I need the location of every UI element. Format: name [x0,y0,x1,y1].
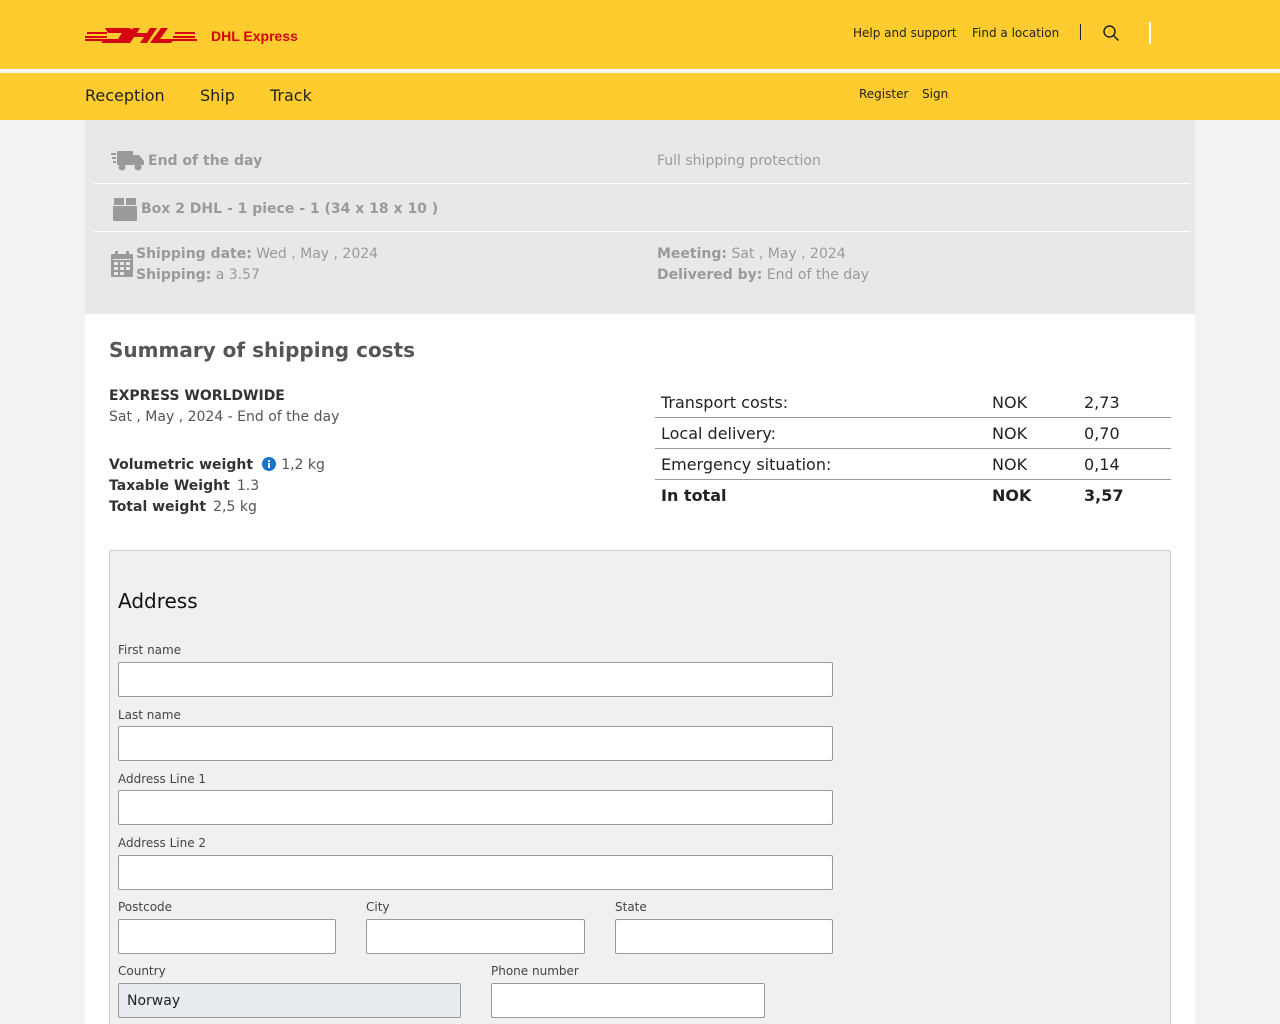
header-divider [1080,24,1081,40]
shipping-protection: Full shipping protection [657,153,821,169]
top-header: DHL Express Help and support Find a loca… [0,0,1280,71]
taxable-weight: Taxable Weight 1.3 [109,475,259,494]
cost-label: Local delivery: [661,424,777,443]
cost-label: Transport costs: [661,393,789,412]
last-name-input[interactable] [118,726,833,761]
nav-track[interactable]: Track [270,86,312,105]
cost-currency: NOK [992,393,1028,412]
shipping-label: Shipping: [136,267,212,283]
city-label: City [366,900,390,914]
main-nav: Reception Ship Track Register Sign [0,73,1280,120]
cost-amount: 0,14 [1084,455,1120,474]
package-details: Box 2 DHL - 1 piece - 1 (34 x 18 x 10 ) [141,201,439,217]
shipping-date: Shipping date: Wed , May , 2024 [136,246,378,262]
help-support-link[interactable]: Help and support [853,26,957,40]
cost-total-row: In total NOK 3,57 [655,480,1171,511]
volumetric-weight-label: Volumetric weight [109,457,254,473]
service-name: EXPRESS WORLDWIDE [109,388,285,404]
delivered-label: Delivered by: [657,267,763,283]
nav-reception[interactable]: Reception [85,86,165,105]
shipment-overview: End of the day Full shipping protection … [85,120,1195,314]
cost-table: Transport costs: NOK 2,73 Local delivery… [655,387,1171,511]
dhl-logo[interactable]: DHL Express [85,26,298,44]
cost-amount: 0,70 [1084,424,1120,443]
address-line2-label: Address Line 2 [118,836,207,850]
total-label: In total [661,486,727,505]
first-name-label: First name [118,643,182,657]
taxable-weight-value: 1.3 [236,478,260,494]
cost-label: Emergency situation: [661,455,832,474]
phone-input[interactable] [491,983,765,1018]
meeting-label: Meeting: [657,246,727,262]
calendar-icon [111,251,133,277]
register-link[interactable]: Register [859,87,908,101]
meeting-value: Sat , May , 2024 [727,246,846,262]
total-weight-value: 2,5 kg [213,499,257,515]
service-date: Sat , May , 2024 - End of the day [109,409,340,425]
address-line2-input[interactable] [118,855,833,890]
address-title: Address [118,589,198,613]
city-input[interactable] [366,919,585,954]
cost-currency: NOK [992,455,1028,474]
box-icon [113,198,137,221]
cost-row: Local delivery: NOK 0,70 [655,418,1171,449]
shipping-date-label: Shipping date: [136,246,252,262]
postcode-input[interactable] [118,919,336,954]
cost-currency: NOK [992,424,1028,443]
meeting-date: Meeting: Sat , May , 2024 [657,246,846,262]
summary-title: Summary of shipping costs [109,338,416,362]
cost-row: Emergency situation: NOK 0,14 [655,449,1171,480]
address-line1-label: Address Line 1 [118,772,207,786]
address-form: Address First name Last name Address Lin… [109,550,1171,1024]
delivery-time: End of the day [148,153,263,169]
delivered-by: Delivered by: End of the day [657,267,869,283]
volumetric-weight-value: 1,2 kg [281,457,325,473]
logo-text: DHL Express [211,28,298,44]
sign-link[interactable]: Sign [922,87,948,101]
delivered-value: End of the day [762,267,870,283]
total-weight: Total weight 2,5 kg [109,496,257,515]
country-input[interactable] [118,983,461,1018]
dhl-logo-icon [85,28,197,43]
find-location-link[interactable]: Find a location [972,26,1059,40]
postcode-label: Postcode [118,900,173,914]
cost-amount: 2,73 [1084,393,1120,412]
cost-row: Transport costs: NOK 2,73 [655,387,1171,418]
last-name-label: Last name [118,708,181,722]
volumetric-weight: Volumetric weight 1,2 kg [109,454,325,473]
shipping-value: a 3.57 [211,267,260,283]
divider [94,231,1190,232]
total-currency: NOK [992,486,1032,505]
state-input[interactable] [615,919,833,954]
shipping-date-value: Wed , May , 2024 [251,246,379,262]
first-name-input[interactable] [118,662,833,697]
country-label: Country [118,964,166,978]
address-line1-input[interactable] [118,790,833,825]
total-weight-label: Total weight [109,499,207,515]
shipping-costs-card: Summary of shipping costs EXPRESS WORLDW… [85,314,1195,1024]
taxable-weight-label: Taxable Weight [109,478,230,494]
header-divider-white [1149,22,1151,44]
search-icon[interactable] [1102,24,1120,42]
state-label: State [615,900,647,914]
divider [94,183,1190,184]
nav-ship[interactable]: Ship [200,86,235,105]
total-amount: 3,57 [1084,486,1124,505]
phone-label: Phone number [491,964,579,978]
info-icon[interactable] [262,457,277,471]
delivery-truck-icon [111,151,144,171]
shipping-cost: Shipping: a 3.57 [136,267,260,283]
